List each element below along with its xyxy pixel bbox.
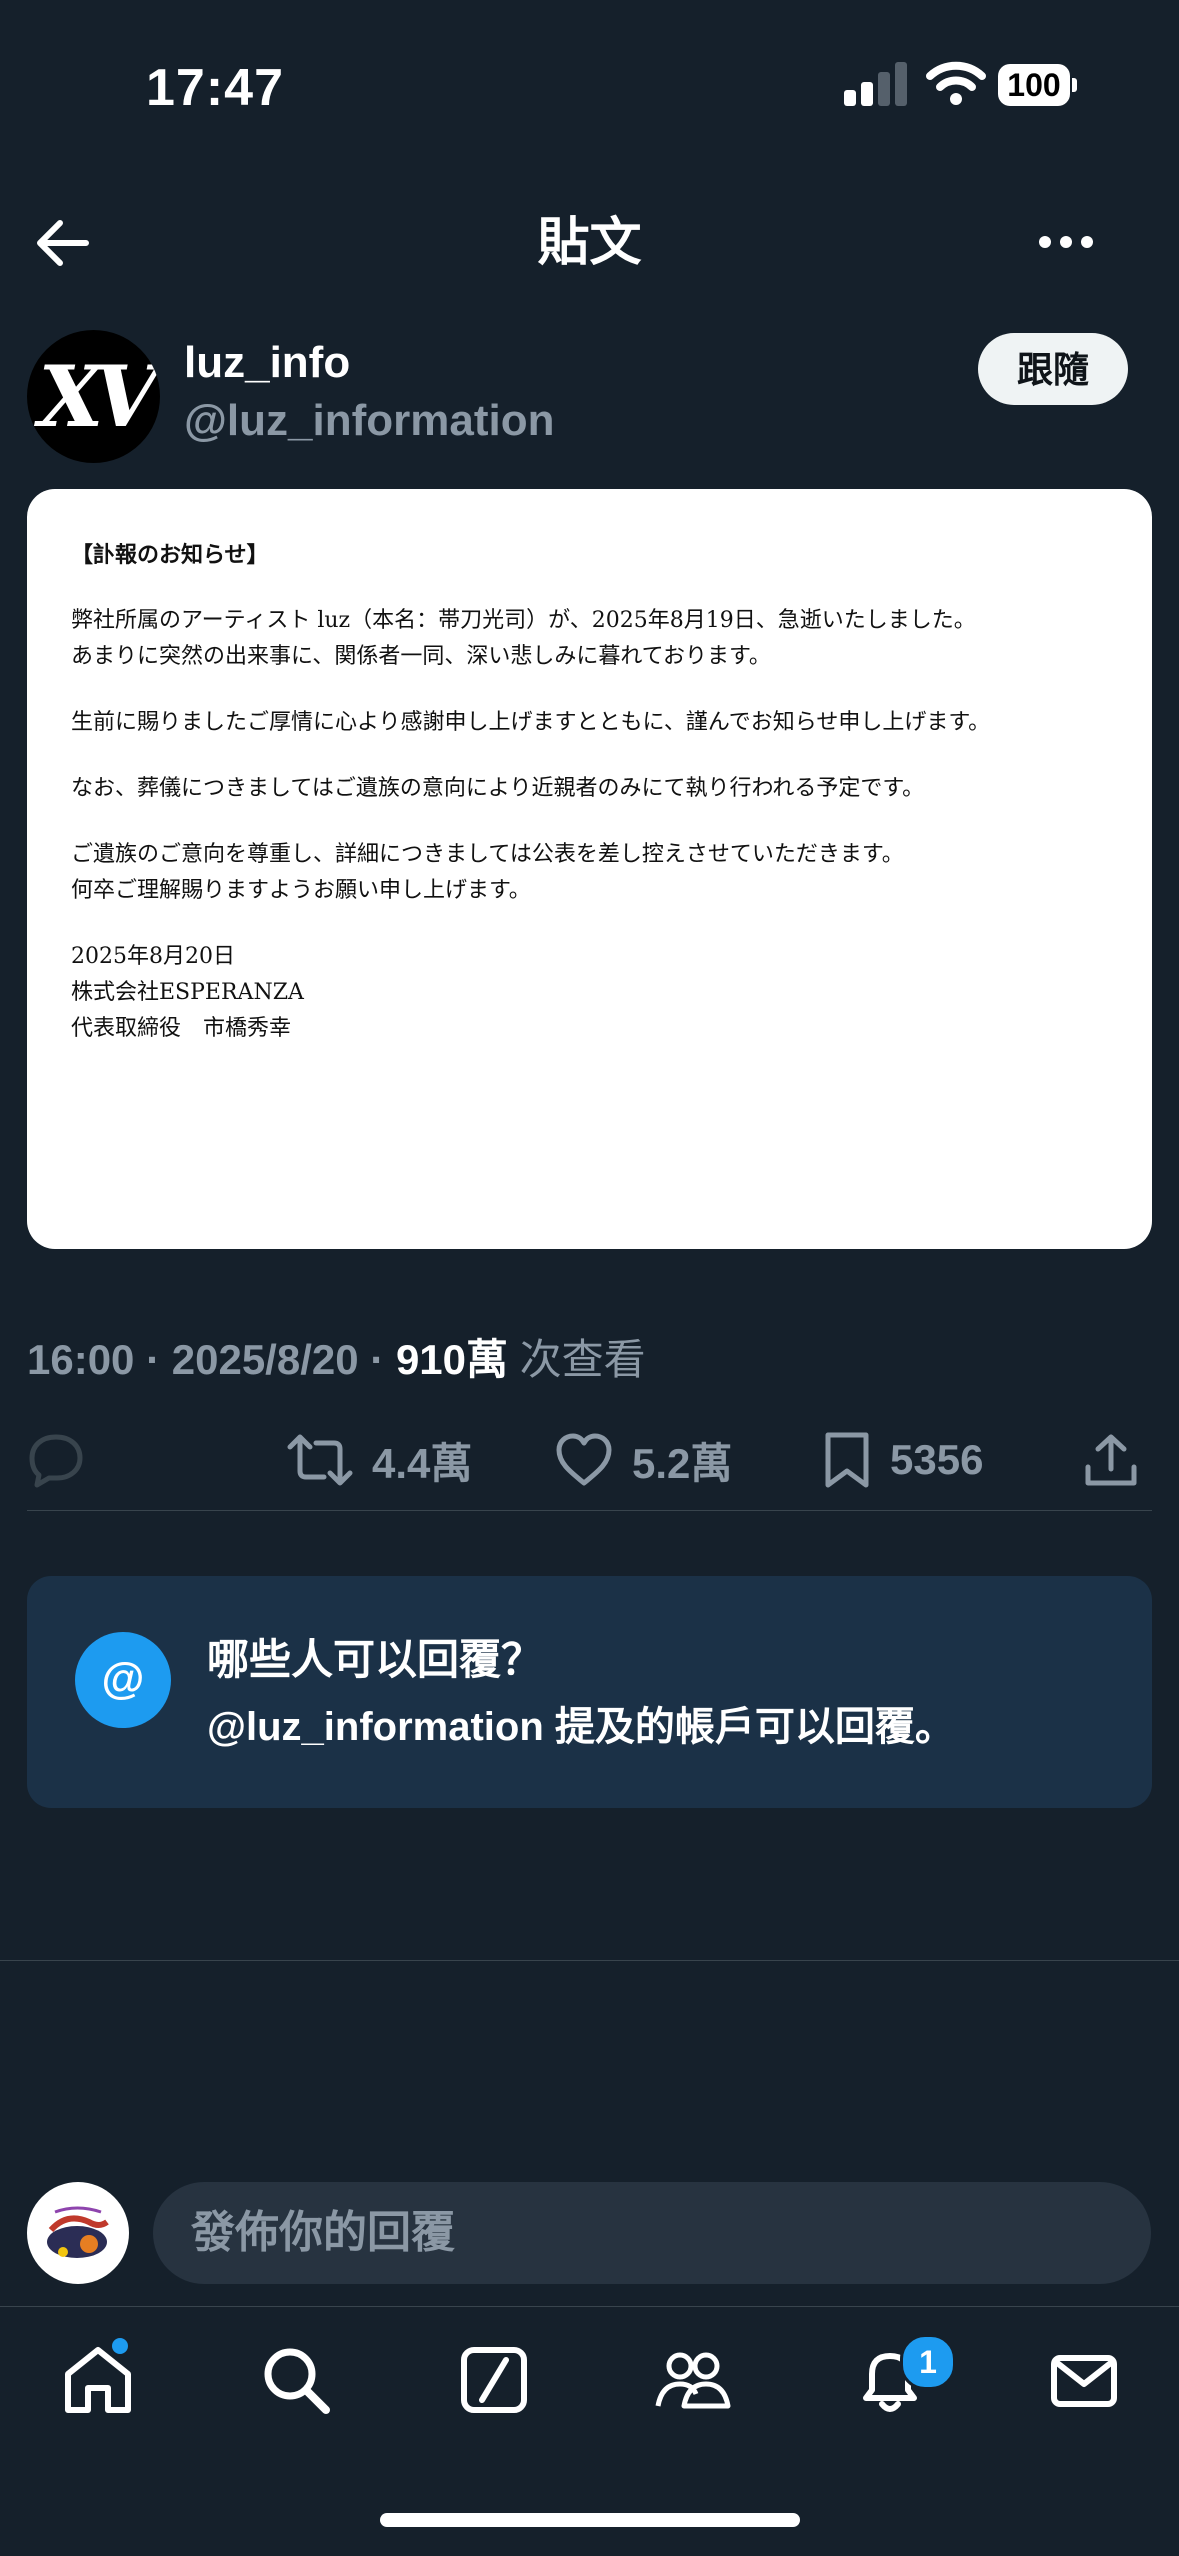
reply-input[interactable] (153, 2182, 1151, 2284)
grok-icon[interactable] (454, 2340, 534, 2420)
author-handle[interactable]: @luz_information (184, 396, 554, 446)
share-icon (1085, 1434, 1137, 1486)
cellular-signal-icon (844, 62, 907, 106)
notifications-badge: 1 (900, 2334, 956, 2390)
communities-icon[interactable] (652, 2340, 732, 2420)
notice-line: ご遺族のご意向を尊重し、詳細につきましては公表を差し控えさせていただきます。 (71, 842, 904, 867)
post-time: 16:00 (27, 1336, 135, 1383)
post-image[interactable]: 【訃報のお知らせ】 弊社所属のアーティスト luz（本名：帯刀光司）が、2025… (27, 489, 1152, 1249)
reply-action[interactable] (27, 1420, 85, 1500)
bookmark-action[interactable]: 5356 (822, 1420, 983, 1500)
repost-count: 4.4萬 (372, 1439, 473, 1487)
author-avatar[interactable]: XV (27, 330, 160, 463)
reply-restriction-title: 哪些人可以回覆？ (207, 1636, 544, 1683)
home-unread-dot (112, 2338, 128, 2354)
action-bar: 4.4萬 5.2萬 5356 (0, 1420, 1179, 1500)
divider (0, 1960, 1179, 1961)
heart-icon (556, 1433, 612, 1486)
view-count: 910萬 (395, 1336, 509, 1383)
more-options-icon[interactable] (1036, 222, 1096, 262)
home-indicator[interactable] (380, 2513, 800, 2527)
battery-icon: 100 (998, 64, 1078, 108)
notice-line: 弊社所属のアーティスト luz（本名：帯刀光司）が、2025年8月19日、急逝い… (71, 608, 976, 633)
notice-line: なお、葬儀につきましてはご遺族の意向により近親者のみにて執り行われる予定です。 (71, 776, 925, 801)
mentioned-handle[interactable]: @luz_information (207, 1705, 544, 1749)
notice-company: 株式会社ESPERANZA (71, 980, 304, 1005)
post-meta: 16:00 · 2025/8/20 · 910萬 次查看 (27, 1336, 646, 1383)
like-action[interactable]: 5.2萬 (554, 1420, 732, 1500)
view-label: 次查看 (508, 1336, 646, 1383)
divider (27, 1510, 1152, 1511)
avatar-logo: XV (38, 347, 158, 446)
user-avatar[interactable] (27, 2182, 129, 2284)
wifi-icon (926, 61, 986, 105)
battery-level: 100 (998, 64, 1070, 106)
share-action[interactable] (1082, 1420, 1140, 1500)
notice-line: 生前に賜りましたご厚情に心より感謝申し上げますとともに、謹んでお知らせ申し上げま… (71, 710, 991, 735)
bookmark-icon (825, 1432, 869, 1488)
back-arrow-icon[interactable] (30, 210, 96, 276)
divider (0, 2306, 1179, 2307)
reply-restriction-notice: @ 哪些人可以回覆？ @luz_information 提及的帳戶可以回覆。 (27, 1576, 1152, 1808)
home-icon[interactable] (58, 2340, 138, 2420)
reply-icon (29, 1434, 83, 1488)
author-display-name[interactable]: luz_info (184, 338, 350, 388)
notice-heading: 【訃報のお知らせ】 (71, 542, 269, 568)
repost-action[interactable]: 4.4萬 (286, 1420, 472, 1500)
notice-line: 何卒ご理解賜りますようお願い申し上げます。 (71, 878, 531, 903)
status-time: 17:47 (146, 59, 284, 117)
follow-button[interactable]: 跟隨 (978, 333, 1128, 405)
notice-date: 2025年8月20日 (71, 944, 235, 969)
notice-signatory: 代表取締役 市橋秀幸 (71, 1016, 292, 1041)
repost-icon (287, 1434, 353, 1486)
bookmark-count: 5356 (890, 1436, 984, 1483)
user-avatar-image (47, 2206, 109, 2258)
page-title: 貼文 (537, 214, 642, 272)
mention-icon: @ (75, 1632, 171, 1728)
notice-line: あまりに突然の出来事に、関係者一同、深い悲しみに暮れております。 (71, 644, 771, 669)
search-icon[interactable] (256, 2340, 336, 2420)
messages-icon[interactable] (1044, 2340, 1124, 2420)
reply-restriction-body: @luz_information 提及的帳戶可以回覆。 (207, 1705, 955, 1749)
post-date: 2025/8/20 (171, 1336, 359, 1383)
like-count: 5.2萬 (632, 1439, 733, 1487)
